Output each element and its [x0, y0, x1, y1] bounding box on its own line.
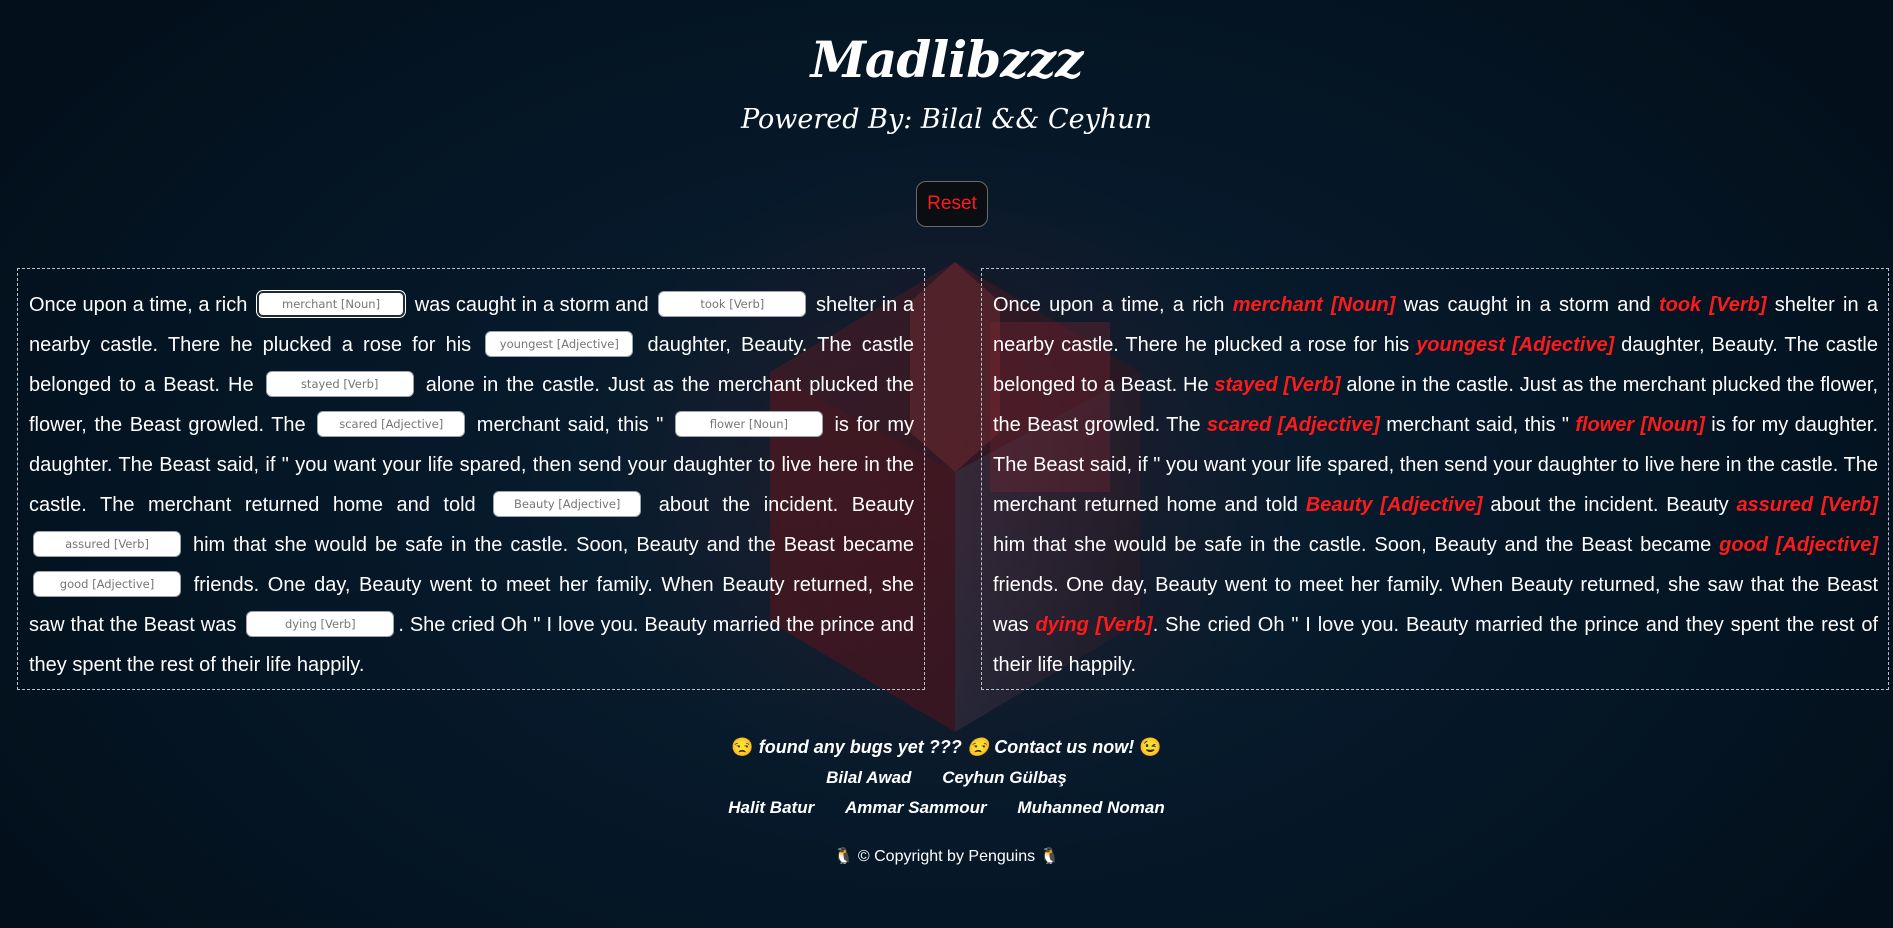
copyright-text: © Copyright by Penguins	[857, 848, 1036, 865]
wink-emoji-icon: 😉	[1139, 737, 1162, 757]
filled-word: dying [Verb]	[1035, 614, 1153, 636]
filled-word: youngest [Adjective]	[1416, 334, 1615, 356]
contact-text: found any bugs yet ??? 😒 Contact us now!	[758, 737, 1135, 757]
story-text: about the incident. Beauty	[658, 494, 915, 516]
blank-input-adjective[interactable]	[317, 410, 466, 437]
story-text: Once upon a time, a rich	[29, 294, 248, 316]
story-text: was caught in a storm and	[414, 294, 649, 316]
blank-input-verb[interactable]	[246, 610, 395, 637]
story-text: about the incident. Beauty	[1490, 494, 1729, 516]
story-output-panel: Once upon a time, a rich merchant [Noun]…	[981, 268, 1889, 690]
filled-word: Beauty [Adjective]	[1305, 494, 1483, 516]
filled-word: scared [Adjective]	[1206, 414, 1380, 436]
penguin-icon: 🐧	[833, 848, 854, 865]
blank-input-noun[interactable]	[257, 290, 406, 317]
blank-input-adjective[interactable]	[493, 490, 642, 517]
filled-word: good [Adjective]	[1719, 534, 1879, 556]
story-text: him that she would be safe in the castle…	[192, 534, 914, 556]
blank-input-adjective[interactable]	[33, 570, 181, 597]
team-member-link[interactable]: Ceyhun Gülbaş	[942, 768, 1067, 787]
page-subtitle: Powered By: Bilal && Ceyhun	[740, 104, 1153, 135]
story-input-panel: Once upon a time, a rich was caught in a…	[17, 268, 925, 690]
filled-word: assured [Verb]	[1736, 494, 1879, 516]
blank-input-verb[interactable]	[658, 290, 807, 317]
penguin-icon: 🐧	[1039, 848, 1060, 865]
team-member-link[interactable]: Ammar Sammour	[845, 798, 987, 817]
filled-word: flower [Noun]	[1575, 414, 1705, 436]
story-text: was caught in a storm and	[1403, 294, 1651, 316]
blank-input-verb[interactable]	[265, 370, 414, 397]
team-row-2: Halit Batur Ammar Sammour Muhanned Noman	[0, 798, 1893, 818]
team-row-1: Bilal Awad Ceyhun Gülbaş	[0, 768, 1893, 788]
contact-line: 😒 found any bugs yet ??? 😒 Contact us no…	[0, 737, 1893, 758]
story-text: him that she would be safe in the castle…	[993, 534, 1712, 556]
unamused-emoji-icon: 😒	[731, 737, 754, 757]
blank-input-adjective[interactable]	[485, 330, 634, 357]
filled-word: took [Verb]	[1658, 294, 1767, 316]
filled-word: stayed [Verb]	[1214, 374, 1341, 396]
filled-word: merchant [Noun]	[1232, 294, 1396, 316]
story-text: Once upon a time, a rich	[993, 294, 1225, 316]
copyright: 🐧 © Copyright by Penguins 🐧	[0, 846, 1893, 866]
reset-button[interactable]: Reset	[916, 181, 988, 227]
blank-input-verb[interactable]	[33, 530, 181, 557]
page-title: Madlibzzz	[810, 30, 1084, 89]
team-member-link[interactable]: Muhanned Noman	[1017, 798, 1164, 817]
team-member-link[interactable]: Halit Batur	[728, 798, 814, 817]
team-member-link[interactable]: Bilal Awad	[826, 768, 911, 787]
blank-input-noun[interactable]	[674, 410, 823, 437]
story-text: merchant said, this "	[476, 414, 664, 436]
story-text: merchant said, this "	[1386, 414, 1569, 436]
